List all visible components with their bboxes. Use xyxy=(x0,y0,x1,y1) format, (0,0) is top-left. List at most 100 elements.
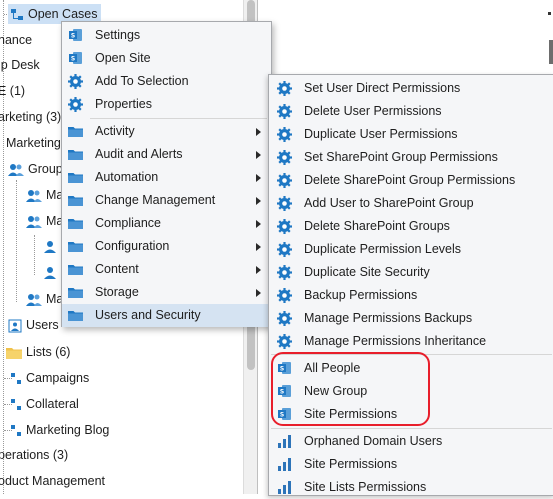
menu-item-change-management[interactable]: Change Management xyxy=(62,189,271,212)
submenu-item-delete-sharepoint-group-permissions[interactable]: Delete SharePoint Group Permissions xyxy=(269,169,553,192)
submenu-item-site-permissions-sharepoint[interactable]: S Site Permissions xyxy=(269,403,553,426)
menu-item-label: Site Permissions xyxy=(304,407,398,421)
tree-node-lists[interactable]: Lists (6) xyxy=(6,342,70,362)
context-menu: S Settings S Open Site Add To Selection … xyxy=(61,21,272,327)
menu-item-add-to-selection[interactable]: Add To Selection xyxy=(62,70,271,93)
submenu-arrow-icon xyxy=(256,197,261,205)
tree-node-label: Group xyxy=(28,162,63,176)
menu-item-label: Configuration xyxy=(95,239,170,253)
menu-item-storage[interactable]: Storage xyxy=(62,281,271,304)
menu-item-label: New Group xyxy=(304,384,368,398)
menu-item-label: Duplicate Permission Levels xyxy=(304,242,462,256)
tree-node-finance[interactable]: nance xyxy=(0,30,32,50)
folder-icon xyxy=(68,196,83,206)
gear-icon xyxy=(277,127,292,142)
submenu-item-duplicate-permission-levels[interactable]: Duplicate Permission Levels xyxy=(269,238,553,261)
tree-node-help-desk[interactable]: lp Desk xyxy=(0,55,40,75)
menu-separator xyxy=(271,354,552,355)
tree-node-groups[interactable]: Group xyxy=(8,159,63,179)
menu-item-automation[interactable]: Automation xyxy=(62,166,271,189)
tree-node-label: Lists (6) xyxy=(26,345,71,359)
tree-node-users[interactable]: Users xyxy=(8,315,59,335)
folder-icon xyxy=(68,311,83,321)
folder-icon xyxy=(68,265,83,275)
menu-item-label: Delete SharePoint Group Permissions xyxy=(304,173,516,187)
tree-node-group-1[interactable]: Ma xyxy=(26,185,63,205)
menu-item-compliance[interactable]: Compliance xyxy=(62,212,271,235)
bar-chart-icon xyxy=(278,481,291,494)
gear-icon xyxy=(277,81,292,96)
menu-item-label: Delete SharePoint Groups xyxy=(304,219,450,233)
menu-item-label: Content xyxy=(95,262,139,276)
tree-node-group-2[interactable]: Ma xyxy=(26,211,63,231)
menu-item-label: Orphaned Domain Users xyxy=(304,434,443,448)
submenu-item-delete-sharepoint-groups[interactable]: Delete SharePoint Groups xyxy=(269,215,553,238)
gear-icon xyxy=(277,219,292,234)
menu-item-label: Set User Direct Permissions xyxy=(304,81,461,95)
site-node-icon xyxy=(11,372,21,384)
tree-node-label: E (1) xyxy=(0,84,26,98)
tree-node-label: Open Cases xyxy=(28,7,98,21)
submenu-item-new-group[interactable]: S New Group xyxy=(269,380,553,403)
submenu-item-site-permissions-report[interactable]: Site Permissions xyxy=(269,453,553,476)
menu-item-label: Settings xyxy=(95,28,141,42)
menu-item-open-site[interactable]: S Open Site xyxy=(62,47,271,70)
gear-icon xyxy=(277,104,292,119)
svg-text:S: S xyxy=(71,56,75,63)
menu-item-users-and-security[interactable]: Users and Security xyxy=(62,304,271,327)
tree-node-group-3[interactable]: Ma xyxy=(26,289,63,309)
submenu-item-manage-permissions-inheritance[interactable]: Manage Permissions Inheritance xyxy=(269,330,553,353)
submenu-item-orphaned-domain-users[interactable]: Orphaned Domain Users xyxy=(269,430,553,453)
submenu-item-add-user-to-sharepoint-group[interactable]: Add User to SharePoint Group xyxy=(269,192,553,215)
tree-node-marketing[interactable]: arketing (3) xyxy=(0,107,61,127)
submenu-item-site-lists-permissions[interactable]: Site Lists Permissions xyxy=(269,476,553,499)
submenu-item-duplicate-site-security[interactable]: Duplicate Site Security xyxy=(269,261,553,284)
gear-icon xyxy=(68,97,83,112)
gear-icon xyxy=(277,311,292,326)
tree-node-collateral[interactable]: Collateral xyxy=(10,394,79,414)
menu-item-settings[interactable]: S Settings xyxy=(62,24,271,47)
menu-item-label: Compliance xyxy=(95,216,162,230)
tree-guide xyxy=(16,180,17,302)
folder-icon xyxy=(68,219,83,229)
gear-icon xyxy=(68,74,83,89)
tree-node-hr[interactable]: E (1) xyxy=(0,81,25,101)
submenu-item-set-user-direct-permissions[interactable]: Set User Direct Permissions xyxy=(269,77,553,100)
group-icon xyxy=(8,163,24,176)
gear-icon xyxy=(277,196,292,211)
menu-item-label: Properties xyxy=(95,97,152,111)
submenu-item-set-sharepoint-group-permissions[interactable]: Set SharePoint Group Permissions xyxy=(269,146,553,169)
menu-item-label: Duplicate User Permissions xyxy=(304,127,458,141)
tree-node-marketing-blog[interactable]: Marketing Blog xyxy=(10,420,109,440)
pane-scroll-edge xyxy=(549,40,553,64)
tree-node-label: Marketing Blog xyxy=(26,423,110,437)
menu-item-audit-and-alerts[interactable]: Audit and Alerts xyxy=(62,143,271,166)
submenu-arrow-icon xyxy=(256,174,261,182)
gear-icon xyxy=(277,334,292,349)
menu-item-label: Add To Selection xyxy=(95,74,189,88)
submenu-item-duplicate-user-permissions[interactable]: Duplicate User Permissions xyxy=(269,123,553,146)
menu-item-content[interactable]: Content xyxy=(62,258,271,281)
submenu-item-delete-user-permissions[interactable]: Delete User Permissions xyxy=(269,100,553,123)
menu-item-activity[interactable]: Activity xyxy=(62,120,271,143)
tree-node-user-2[interactable] xyxy=(44,262,60,282)
submenu-item-backup-permissions[interactable]: Backup Permissions xyxy=(269,284,553,307)
tree-node-marketing-site[interactable]: Marketing xyxy=(6,133,61,153)
menu-item-properties[interactable]: Properties xyxy=(62,93,271,116)
tree-node-operations[interactable]: perations (3) xyxy=(0,445,68,465)
submenu-item-all-people[interactable]: S All People xyxy=(269,357,553,380)
folder-icon xyxy=(68,242,83,252)
tree-node-product-management[interactable]: oduct Management xyxy=(0,471,105,491)
tree-node-user-1[interactable] xyxy=(44,236,60,256)
menu-item-configuration[interactable]: Configuration xyxy=(62,235,271,258)
menu-separator xyxy=(271,428,552,429)
menu-item-label: Open Site xyxy=(95,51,151,65)
tree-node-campaigns[interactable]: Campaigns xyxy=(10,368,89,388)
tree-node-label: Collateral xyxy=(26,397,79,411)
menu-item-label: Set SharePoint Group Permissions xyxy=(304,150,498,164)
tree-node-label: Marketing xyxy=(6,136,61,150)
users-and-security-submenu: Set User Direct Permissions Delete User … xyxy=(268,74,553,496)
submenu-item-manage-permissions-backups[interactable]: Manage Permissions Backups xyxy=(269,307,553,330)
gear-icon xyxy=(277,242,292,257)
users-list-icon xyxy=(8,319,22,333)
